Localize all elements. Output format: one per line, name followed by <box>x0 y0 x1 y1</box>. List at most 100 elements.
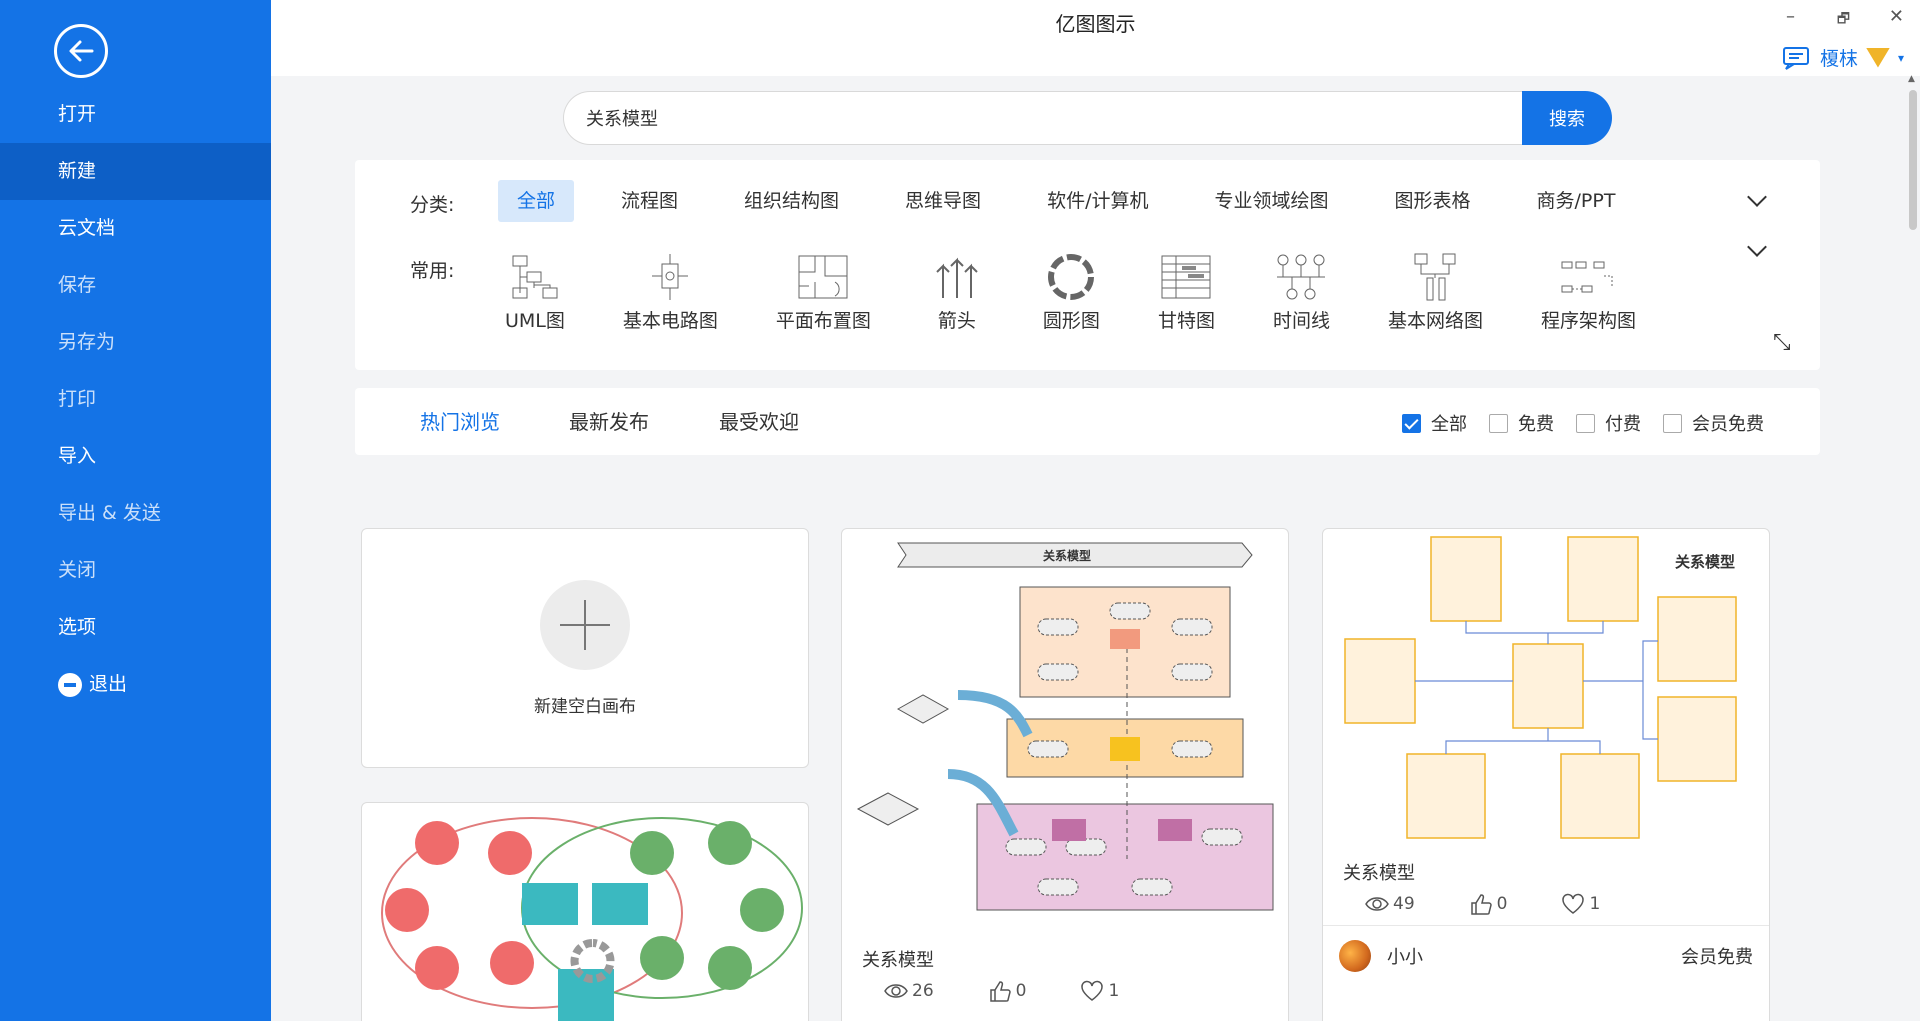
filter-member-free-checkbox[interactable] <box>1663 413 1682 433</box>
sidebar-item-exit-label: 退出 <box>89 673 128 695</box>
category-expand-chevron-icon[interactable] <box>1747 187 1767 207</box>
template-thumbnail: 关系模型 <box>856 542 1274 911</box>
tab-hot[interactable]: 热门浏览 <box>420 406 500 435</box>
common-timeline[interactable]: 时间线 <box>1273 252 1330 333</box>
favorites-stat[interactable]: 1 <box>1080 980 1119 1002</box>
avatar[interactable] <box>1339 939 1371 972</box>
sort-tabs-panel: 热门浏览 最新发布 最受欢迎 全部 免费 付费 会员免费 <box>355 388 1820 455</box>
card-title[interactable]: 关系模型 <box>1343 859 1415 885</box>
tab-popular[interactable]: 最受欢迎 <box>719 406 799 435</box>
category-label: 分类: <box>410 194 455 216</box>
common-gantt[interactable]: 甘特图 <box>1158 252 1215 333</box>
category-mind-map[interactable]: 思维导图 <box>886 180 1000 222</box>
category-tabs: 全部 流程图 组织结构图 思维导图 软件/计算机 专业领域绘图 图形表格 商务/… <box>498 180 1662 222</box>
common-floor-plan-label: 平面布置图 <box>775 310 871 332</box>
category-professional[interactable]: 专业领域绘图 <box>1195 180 1347 222</box>
template-card[interactable]: 关系模型 关系模型 49 0 1 小小 会员免费 <box>1322 528 1770 1021</box>
sidebar-item-close[interactable]: 关闭 <box>0 542 271 599</box>
views-count: 26 <box>912 981 934 1001</box>
user-area[interactable]: 榎枺 ▾ <box>1782 44 1904 71</box>
vertical-scrollbar[interactable]: ▲ <box>1905 74 1920 1021</box>
favorites-count: 1 <box>1108 981 1120 1001</box>
category-software[interactable]: 软件/计算机 <box>1028 180 1167 222</box>
sidebar-item-open[interactable]: 打开 <box>0 86 271 143</box>
sidebar-item-exit[interactable]: 退出 <box>0 656 271 713</box>
user-name[interactable]: 榎枺 <box>1820 44 1858 71</box>
common-floor-plan[interactable]: 平面布置图 <box>776 252 871 333</box>
sidebar-item-options[interactable]: 选项 <box>0 599 271 656</box>
likes-stat[interactable]: 0 <box>988 980 1026 1002</box>
category-flowchart[interactable]: 流程图 <box>602 180 697 222</box>
vip-icon <box>1865 47 1890 68</box>
common-arrows[interactable]: 箭头 <box>929 252 985 333</box>
common-circuit[interactable]: 基本电路图 <box>623 252 718 333</box>
back-arrow-icon[interactable] <box>54 24 108 78</box>
filter-all-label: 全部 <box>1431 414 1467 435</box>
scroll-up-arrow-icon[interactable]: ▲ <box>1908 74 1915 84</box>
title-bar: 亿图图示 – 🗗 ✕ 榎枺 ▾ <box>271 0 1920 76</box>
category-business-ppt[interactable]: 商务/PPT <box>1518 180 1635 222</box>
card-footer: 小小 会员免费 <box>1323 925 1769 985</box>
views-stat: 26 <box>884 980 934 1002</box>
eye-icon <box>884 984 908 998</box>
template-card[interactable] <box>361 802 809 1021</box>
common-uml[interactable]: UML图 <box>505 252 565 333</box>
fullscreen-expand-icon[interactable]: ⤡ <box>1773 330 1791 355</box>
program-architecture-icon <box>1561 261 1613 293</box>
common-program-architecture[interactable]: 程序架构图 <box>1541 252 1636 333</box>
search-bar: 搜索 <box>563 91 1612 145</box>
plus-icon <box>540 579 630 670</box>
arrows-icon <box>936 257 978 298</box>
main-content: 搜索 分类: 全部 流程图 组织结构图 思维导图 软件/计算机 专业领域绘图 图… <box>271 76 1905 1021</box>
thumbnail-header: 关系模型 <box>1675 553 1735 571</box>
common-network-label: 基本网络图 <box>1387 310 1483 332</box>
filter-paid-label: 付费 <box>1605 414 1641 435</box>
author-name[interactable]: 小小 <box>1387 943 1423 969</box>
favorites-count: 1 <box>1589 894 1601 914</box>
sidebar: 打开 新建 云文档 保存 另存为 打印 导入 导出 & 发送 关闭 选项 退出 <box>0 0 271 1021</box>
search-input[interactable] <box>563 91 1522 145</box>
dropdown-icon[interactable]: ▾ <box>1898 51 1904 65</box>
heart-icon <box>1562 893 1585 914</box>
circuit-icon <box>652 254 689 300</box>
sidebar-item-import[interactable]: 导入 <box>0 428 271 485</box>
filter-free-checkbox[interactable] <box>1489 413 1508 433</box>
tab-latest[interactable]: 最新发布 <box>569 406 649 435</box>
common-circle[interactable]: 圆形图 <box>1043 252 1100 333</box>
close-button[interactable]: ✕ <box>1889 6 1904 27</box>
views-count: 49 <box>1393 894 1415 914</box>
search-button[interactable]: 搜索 <box>1522 91 1612 145</box>
category-org-chart[interactable]: 组织结构图 <box>725 180 858 222</box>
minimize-button[interactable]: – <box>1786 6 1795 27</box>
sidebar-item-save[interactable]: 保存 <box>0 257 271 314</box>
category-graphic-table[interactable]: 图形表格 <box>1375 180 1489 222</box>
new-blank-canvas-card[interactable]: 新建空白画布 <box>361 528 809 768</box>
sidebar-item-new[interactable]: 新建 <box>0 143 271 200</box>
card-title[interactable]: 关系模型 <box>862 946 934 972</box>
common-network[interactable]: 基本网络图 <box>1388 252 1483 333</box>
template-card[interactable]: 关系模型 关系模型 26 0 1 <box>841 528 1289 1021</box>
filter-free-label: 免费 <box>1518 414 1554 435</box>
heart-icon <box>1081 980 1104 1001</box>
favorites-stat[interactable]: 1 <box>1561 893 1600 915</box>
likes-stat[interactable]: 0 <box>1469 893 1508 915</box>
sidebar-item-cloud-docs[interactable]: 云文档 <box>0 200 271 257</box>
price-filters: 全部 免费 付费 会员免费 <box>1380 410 1764 436</box>
sidebar-item-save-as[interactable]: 另存为 <box>0 314 271 371</box>
circle-diagram-icon <box>1048 254 1095 300</box>
floor-plan-icon <box>798 255 848 299</box>
filter-all-checkbox[interactable] <box>1402 413 1421 433</box>
eye-icon <box>1365 897 1389 911</box>
uml-icon <box>512 255 558 299</box>
likes-count: 0 <box>1496 894 1508 914</box>
common-expand-chevron-icon[interactable] <box>1747 237 1767 257</box>
sidebar-item-export-send[interactable]: 导出 & 发送 <box>0 485 271 542</box>
filter-paid-checkbox[interactable] <box>1576 413 1595 433</box>
scrollbar-thumb[interactable] <box>1909 90 1917 230</box>
category-all[interactable]: 全部 <box>498 180 575 222</box>
message-icon[interactable] <box>1782 45 1812 71</box>
common-label: 常用: <box>410 260 455 282</box>
common-program-architecture-label: 程序架构图 <box>1540 310 1636 332</box>
sidebar-item-print[interactable]: 打印 <box>0 371 271 428</box>
restore-button[interactable]: 🗗 <box>1837 8 1850 32</box>
